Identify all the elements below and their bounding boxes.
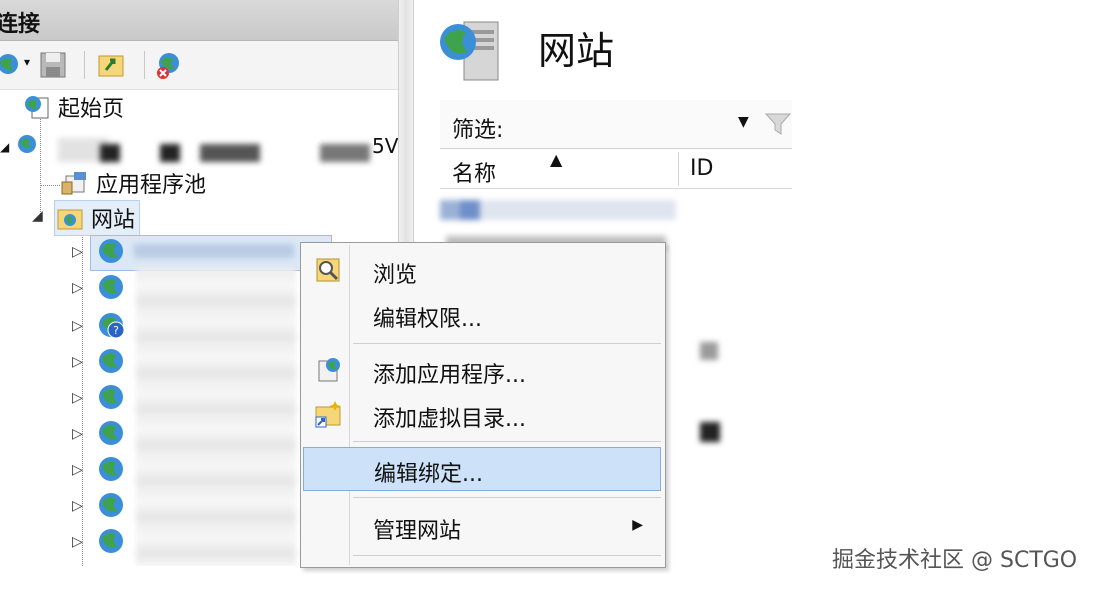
watermark: 掘金技术社区 @ SCTGO — [832, 548, 1078, 573]
globe-icon — [99, 349, 123, 373]
menu-separator — [353, 343, 661, 344]
server-icon — [18, 135, 37, 153]
expand-icon[interactable]: ▷ — [72, 534, 86, 550]
tree-item-app-pools[interactable]: 应用程序池 — [60, 166, 206, 200]
globe-icon — [99, 457, 123, 481]
redacted-site-names — [136, 268, 296, 566]
menu-item-label: 管理网站 — [373, 519, 462, 544]
menu-separator — [353, 497, 661, 498]
expand-icon[interactable]: ▷ — [72, 280, 86, 296]
redacted-block — [200, 144, 260, 162]
start-page-label: 起始页 — [58, 97, 125, 122]
sites-header-icon — [440, 21, 499, 81]
globe-unknown-icon: ? — [99, 313, 125, 339]
svg-text:?: ? — [113, 324, 119, 337]
menu-item-manage-site[interactable]: 管理网站 ▶ — [303, 505, 661, 547]
expand-icon[interactable]: ▷ — [72, 498, 86, 514]
menu-item-label: 编辑绑定... — [374, 462, 483, 487]
tree-item-server[interactable]: ◢ — [0, 130, 49, 164]
redacted-cell — [700, 422, 720, 442]
expand-icon[interactable]: ▷ — [72, 354, 86, 370]
globe-icon — [99, 529, 123, 553]
menu-item-add-virtual-directory[interactable]: 添加虚拟目录... — [303, 393, 661, 435]
column-name-header[interactable]: 名称 — [452, 156, 496, 188]
redacted-block — [100, 144, 120, 162]
redacted-row — [440, 200, 676, 220]
app-pool-icon — [61, 172, 86, 195]
menu-item-label: 添加应用程序... — [373, 363, 526, 388]
tree-item-sites[interactable]: 网站 — [54, 200, 141, 236]
menu-item-edit-permissions[interactable]: 编辑权限... — [303, 293, 661, 335]
sites-label: 网站 — [91, 208, 136, 233]
connections-toolbar: ▾ — [0, 41, 398, 90]
sites-folder-icon — [57, 209, 83, 230]
filter-bar: 筛选: ▼ — [440, 100, 792, 149]
tree-item-start-page[interactable]: 起始页 — [22, 90, 124, 124]
menu-item-browse[interactable]: 浏览 — [303, 249, 661, 291]
globe-icon — [99, 239, 123, 263]
redacted-block — [134, 244, 294, 258]
up-level-icon[interactable] — [96, 50, 126, 80]
page-title: 网站 — [538, 29, 615, 73]
browse-icon — [316, 258, 340, 282]
chevron-down-icon[interactable]: ▼ — [738, 114, 749, 130]
filter-icon[interactable] — [764, 110, 792, 138]
menu-item-label: 编辑权限... — [373, 307, 482, 332]
connections-title: 连接 — [0, 12, 41, 37]
menu-item-edit-bindings[interactable]: 编辑绑定... — [303, 447, 661, 491]
column-id-header[interactable]: ID — [690, 156, 713, 181]
menu-item-label: 浏览 — [373, 263, 418, 288]
toolbar-separator — [84, 51, 85, 79]
connections-title-bar: 连接 — [0, 0, 398, 41]
redacted-cell — [700, 342, 718, 360]
add-application-icon — [318, 358, 340, 382]
menu-item-label: 添加虚拟目录... — [373, 407, 526, 432]
menu-item-add-application[interactable]: 添加应用程序... — [303, 349, 661, 391]
tree-line — [40, 185, 60, 186]
sort-ascending-icon: ▲ — [550, 150, 563, 169]
submenu-arrow-icon: ▶ — [632, 517, 643, 533]
expand-icon[interactable]: ▷ — [72, 244, 86, 260]
add-virtual-directory-icon — [315, 401, 341, 428]
table-header: 名称 ▲ ID — [440, 150, 792, 189]
toolbar-separator — [144, 51, 145, 79]
menu-separator — [353, 555, 661, 556]
expand-icon[interactable]: ▷ — [72, 426, 86, 442]
collapse-icon[interactable]: ◢ — [0, 140, 9, 154]
globe-icon — [99, 493, 123, 517]
disconnect-icon[interactable] — [154, 50, 184, 80]
redacted-block — [320, 144, 370, 162]
chevron-down-icon[interactable]: ▾ — [24, 55, 30, 69]
filter-label: 筛选: — [452, 118, 504, 143]
context-menu: 浏览 编辑权限... 添加应用程序... 添加虚拟目录... 编辑绑定... 管… — [300, 242, 666, 568]
expand-icon[interactable]: ▷ — [72, 318, 86, 334]
connect-icon[interactable] — [0, 50, 24, 80]
start-page-icon — [25, 96, 49, 119]
app-pools-label: 应用程序池 — [96, 173, 207, 198]
save-icon[interactable] — [38, 50, 68, 80]
menu-separator — [353, 441, 661, 442]
redacted-block — [160, 144, 180, 162]
collapse-icon[interactable]: ◢ — [32, 208, 46, 224]
server-name-suffix: 5V — [372, 134, 398, 158]
expand-icon[interactable]: ▷ — [72, 390, 86, 406]
globe-icon — [99, 275, 123, 299]
globe-icon — [99, 421, 123, 445]
column-separator[interactable] — [678, 152, 679, 186]
expand-icon[interactable]: ▷ — [72, 462, 86, 478]
globe-icon — [99, 385, 123, 409]
